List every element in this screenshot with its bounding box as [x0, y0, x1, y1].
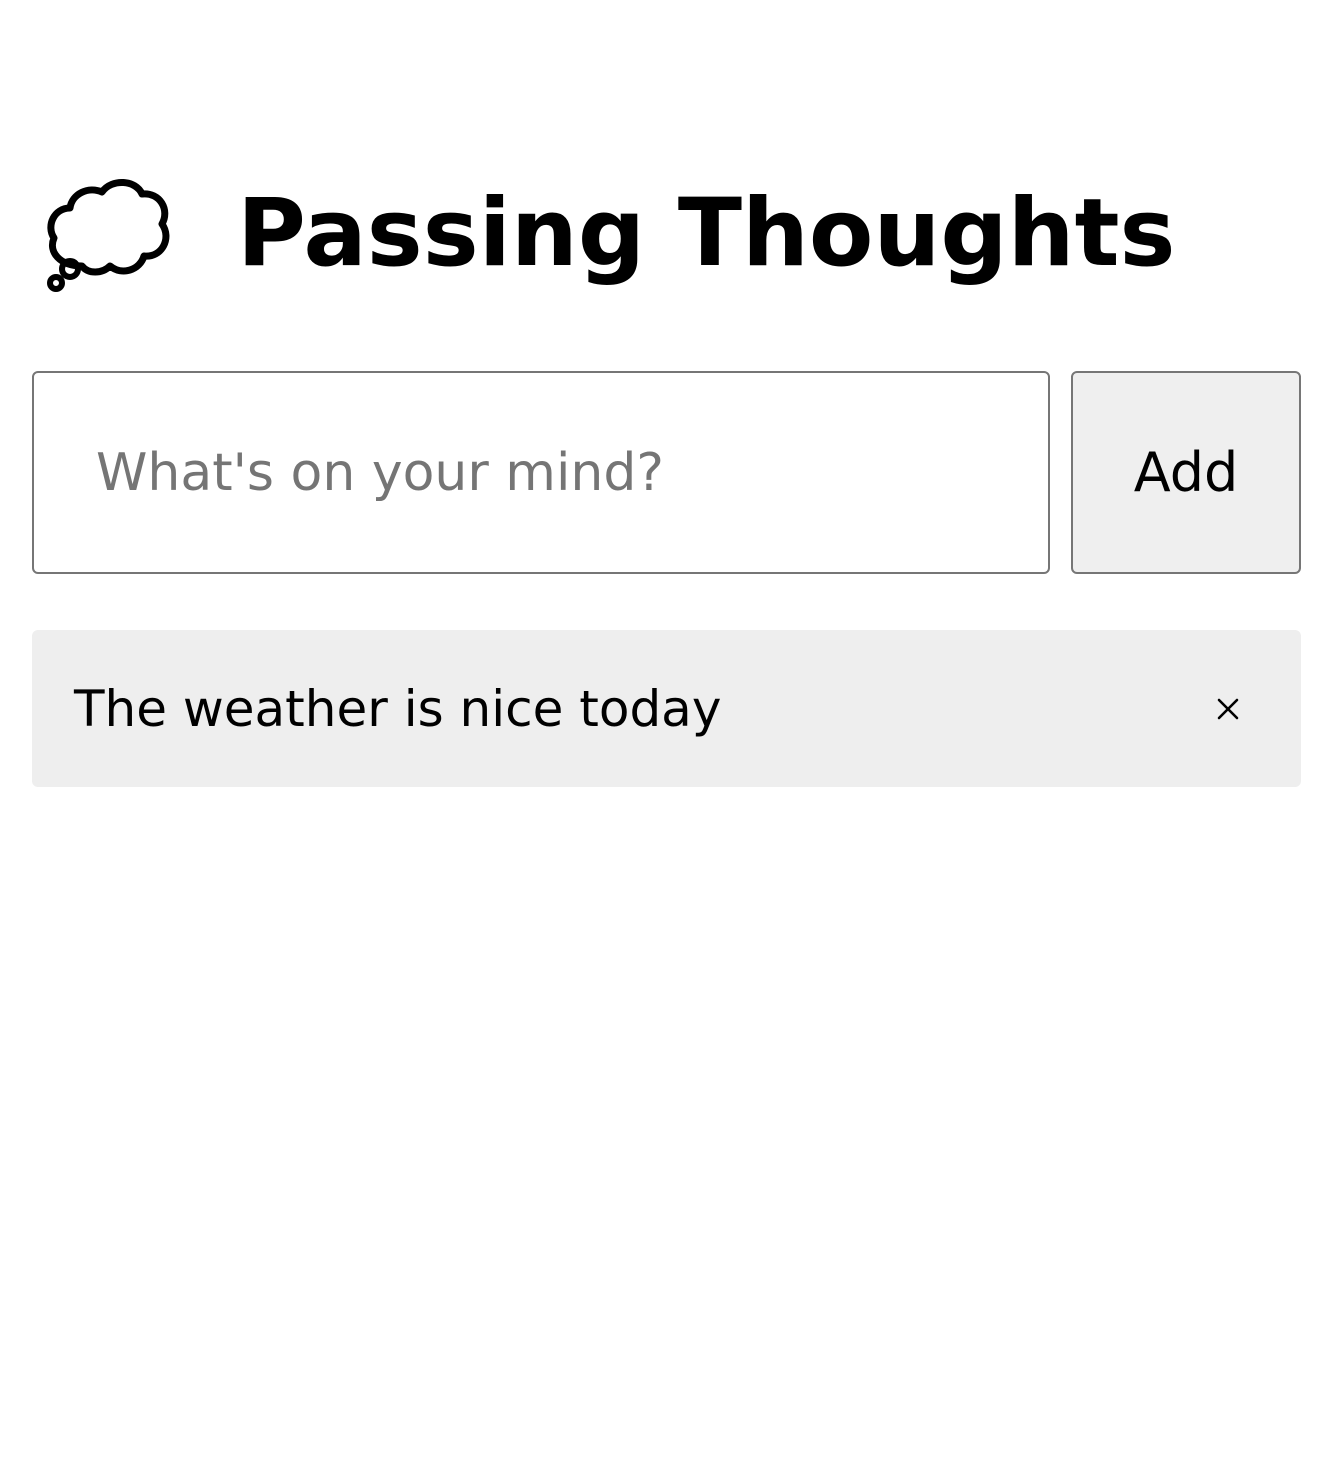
delete-thought-button[interactable]: [1203, 684, 1253, 734]
close-icon: [1217, 698, 1239, 719]
thought-item: The weather is nice today: [32, 630, 1301, 787]
add-button[interactable]: Add: [1071, 371, 1301, 574]
thought-text: The weather is nice today: [74, 679, 722, 738]
thought-balloon-icon: [47, 179, 170, 292]
thought-list: The weather is nice today: [32, 630, 1301, 787]
composer: Add: [32, 371, 1301, 574]
page-title: Passing Thoughts: [237, 179, 1176, 288]
header: Passing Thoughts: [44, 174, 1176, 294]
thought-input[interactable]: [32, 371, 1050, 574]
